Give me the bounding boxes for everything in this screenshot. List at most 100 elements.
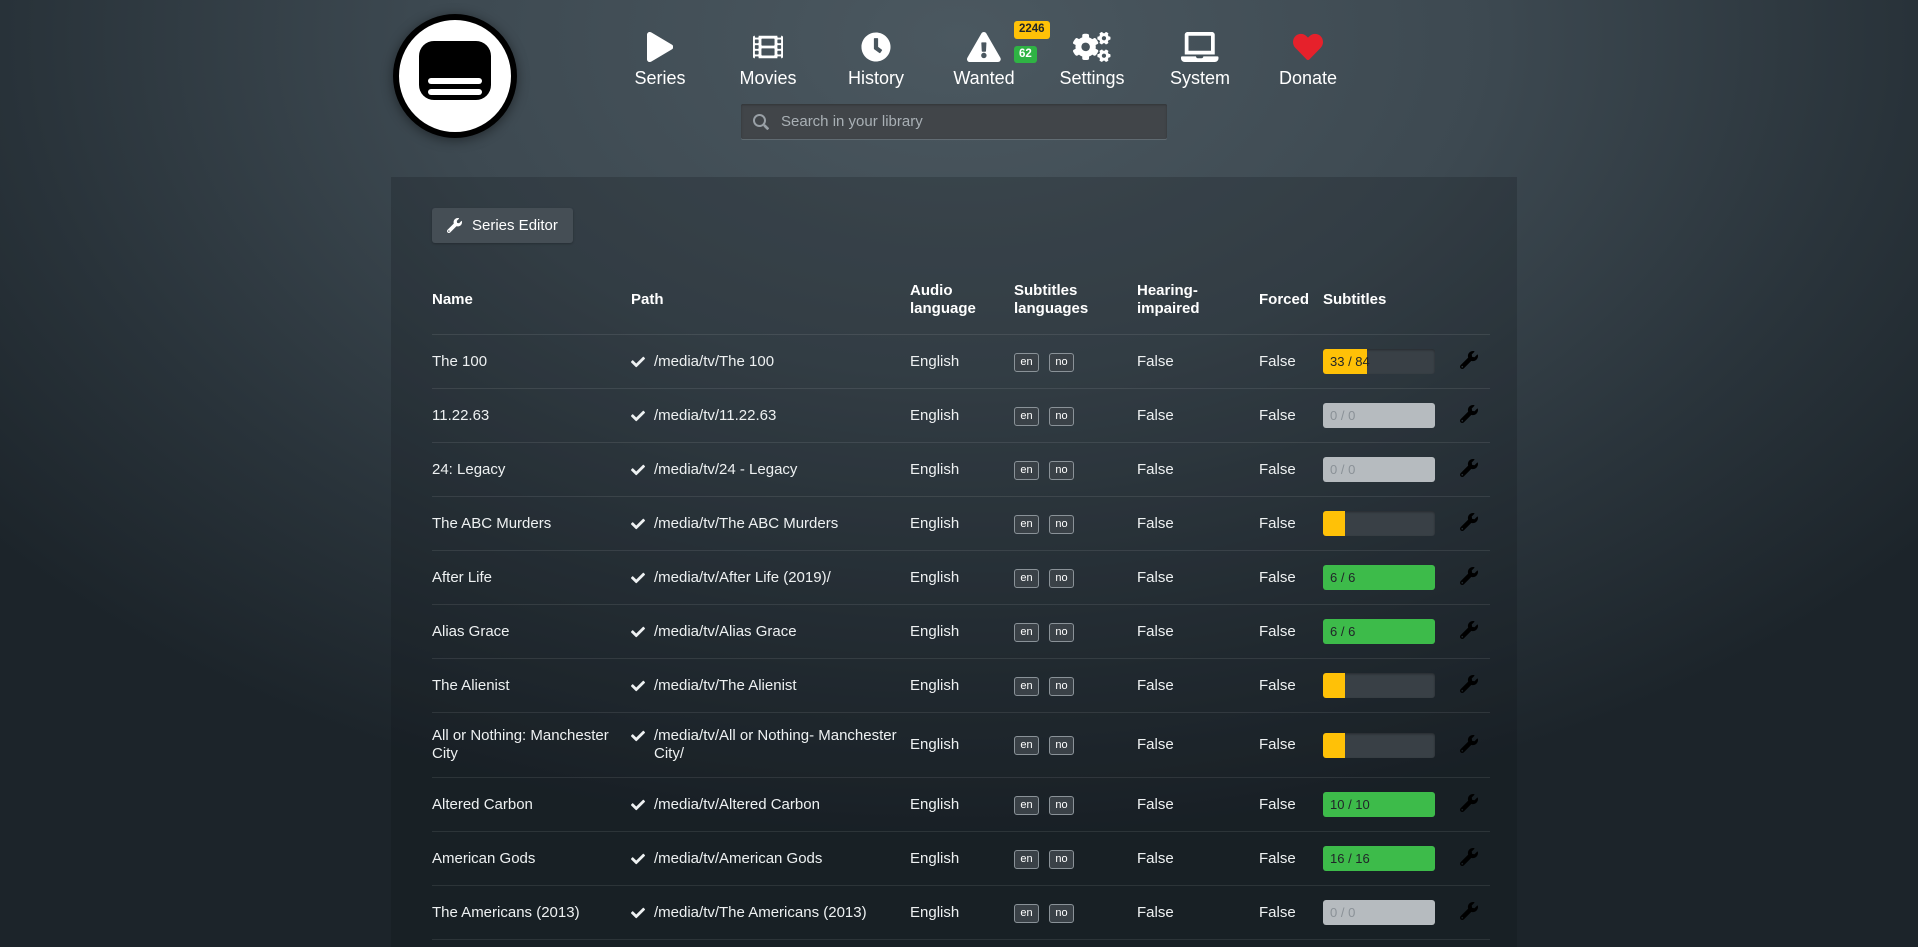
- series-name: 24: Legacy: [432, 443, 631, 497]
- nav-item-history[interactable]: History: [822, 30, 930, 89]
- check-icon: [631, 852, 645, 866]
- series-list-panel: Series Editor Name Path Audio language S…: [391, 177, 1517, 947]
- audio-language: English: [910, 551, 1014, 605]
- series-name: All or Nothing: Manchester City: [432, 713, 631, 778]
- forced-value: False: [1259, 551, 1323, 605]
- wrench-icon: [1460, 735, 1478, 753]
- nav-item-settings[interactable]: Settings: [1038, 30, 1146, 89]
- check-icon: [631, 906, 645, 920]
- language-badge: no: [1049, 461, 1074, 480]
- language-badge: en: [1014, 461, 1039, 480]
- edit-series-button[interactable]: [1458, 733, 1480, 755]
- forced-value: False: [1259, 335, 1323, 389]
- subtitles-cell: 6 / 6: [1323, 551, 1450, 605]
- column-name: Name: [432, 282, 631, 335]
- subtitles-languages: enno: [1014, 778, 1137, 832]
- audio-language: English: [910, 940, 1014, 947]
- nav-item-donate[interactable]: Donate: [1254, 30, 1362, 89]
- subtitles-count: 6 / 6: [1330, 624, 1355, 640]
- series-path: /media/tv/After Life (2019)/: [631, 551, 910, 605]
- actions-cell: [1450, 659, 1490, 713]
- nav-item-movies[interactable]: Movies: [714, 30, 822, 89]
- subtitles-progress-bar: 0 / 0: [1323, 403, 1435, 428]
- play-icon: [647, 30, 673, 64]
- subtitles-count: 0 / 0: [1330, 905, 1355, 921]
- subtitles-languages: enno: [1014, 335, 1137, 389]
- bazarr-logo[interactable]: [391, 12, 519, 140]
- subtitles-progress-bar: 0 / 0: [1323, 457, 1435, 482]
- forced-value: False: [1259, 605, 1323, 659]
- path-text: /media/tv/Altered Carbon: [654, 796, 820, 814]
- audio-language: English: [910, 497, 1014, 551]
- edit-series-button[interactable]: [1458, 792, 1480, 814]
- series-path: /media/tv/The 100: [631, 335, 910, 389]
- edit-series-button[interactable]: [1458, 511, 1480, 533]
- actions-cell: [1450, 605, 1490, 659]
- subtitles-progress-bar: 16 / 16: [1323, 846, 1435, 871]
- forced-value: False: [1259, 659, 1323, 713]
- actions-cell: [1450, 551, 1490, 605]
- forced-value: False: [1259, 832, 1323, 886]
- edit-series-button[interactable]: [1458, 673, 1480, 695]
- hearing-impaired-value: False: [1137, 713, 1259, 778]
- series-table: Name Path Audio language Subtitles langu…: [432, 282, 1490, 947]
- nav-item-system[interactable]: System: [1146, 30, 1254, 89]
- nav-label-history: History: [848, 69, 904, 89]
- cogs-icon: [1073, 30, 1111, 64]
- subtitles-progress-bar: 10 / 10: [1323, 792, 1435, 817]
- nav-item-wanted[interactable]: 2246 62 Wanted: [930, 30, 1038, 89]
- series-path: /media/tv/24 - Legacy: [631, 443, 910, 497]
- subtitles-cell: 33 / 84: [1323, 335, 1450, 389]
- actions-cell: [1450, 497, 1490, 551]
- search-input[interactable]: [779, 112, 1155, 131]
- actions-cell: [1450, 886, 1490, 940]
- audio-language: English: [910, 659, 1014, 713]
- series-editor-button[interactable]: Series Editor: [432, 208, 573, 243]
- series-path: /media/tv/American Gods: [631, 832, 910, 886]
- actions-cell: [1450, 832, 1490, 886]
- hearing-impaired-value: False: [1137, 443, 1259, 497]
- hearing-impaired-value: False: [1137, 778, 1259, 832]
- table-row: The Alienist/media/tv/The AlienistEnglis…: [432, 659, 1490, 713]
- check-icon: [631, 729, 645, 743]
- column-hearing-impaired: Hearing-impaired: [1137, 282, 1259, 335]
- audio-language: English: [910, 886, 1014, 940]
- series-path: /media/tv/11.22.63: [631, 389, 910, 443]
- series-name: Alias Grace: [432, 605, 631, 659]
- forced-value: False: [1259, 443, 1323, 497]
- subtitles-count: 16 / 16: [1330, 851, 1370, 867]
- check-icon: [631, 409, 645, 423]
- edit-series-button[interactable]: [1458, 846, 1480, 868]
- edit-series-button[interactable]: [1458, 349, 1480, 371]
- path-text: /media/tv/11.22.63: [654, 407, 776, 425]
- language-badge: en: [1014, 736, 1039, 755]
- subtitles-count: 0 / 0: [1330, 408, 1355, 424]
- edit-series-button[interactable]: [1458, 900, 1480, 922]
- path-text: /media/tv/The Alienist: [654, 677, 797, 695]
- check-icon: [631, 798, 645, 812]
- subtitles-cell: [1323, 497, 1450, 551]
- table-row: Alias Grace/media/tv/Alias GraceEnglishe…: [432, 605, 1490, 659]
- check-icon: [631, 463, 645, 477]
- wrench-icon: [1460, 794, 1478, 812]
- clock-icon: [861, 30, 891, 64]
- series-path: /media/tv/The Alienist: [631, 659, 910, 713]
- edit-series-button[interactable]: [1458, 457, 1480, 479]
- series-name: Altered Carbon: [432, 778, 631, 832]
- series-editor-label: Series Editor: [472, 217, 558, 234]
- series-name: 11.22.63: [432, 389, 631, 443]
- hearing-impaired-value: False: [1137, 659, 1259, 713]
- forced-value: False: [1259, 886, 1323, 940]
- edit-series-button[interactable]: [1458, 403, 1480, 425]
- nav-item-series[interactable]: Series: [606, 30, 714, 89]
- edit-series-button[interactable]: [1458, 619, 1480, 641]
- table-row: Another Life (2019)/media/tv/Another Lif…: [432, 940, 1490, 947]
- search-icon: [753, 114, 769, 130]
- series-name: The Americans (2013): [432, 886, 631, 940]
- hearing-impaired-value: False: [1137, 832, 1259, 886]
- actions-cell: [1450, 940, 1490, 947]
- actions-cell: [1450, 389, 1490, 443]
- subtitles-cell: 0 / 0: [1323, 389, 1450, 443]
- edit-series-button[interactable]: [1458, 565, 1480, 587]
- hearing-impaired-value: False: [1137, 605, 1259, 659]
